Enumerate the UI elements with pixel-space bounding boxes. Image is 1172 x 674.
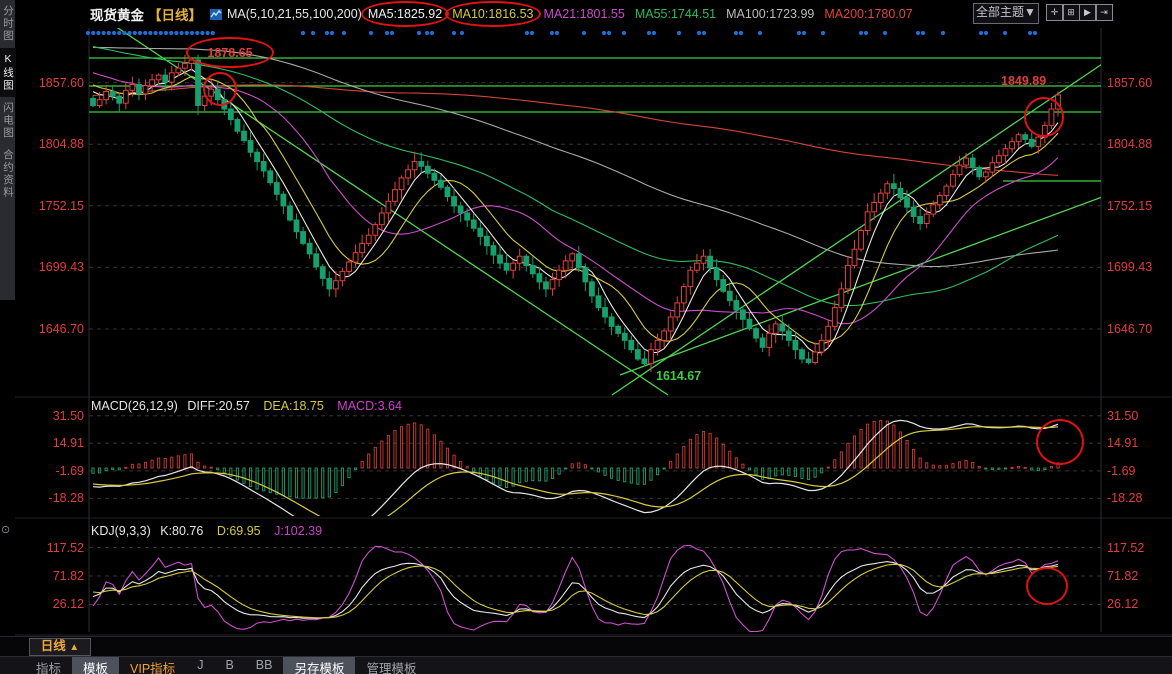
price-tick-label: 1857.60 (1107, 76, 1152, 90)
kdj-tick-label: 71.82 (1107, 569, 1138, 583)
kdj-tick-label: 71.82 (32, 569, 84, 583)
chart-header: 现货黄金 【日线】 MA(5,10,21,55,100,200) MA5:182… (15, 0, 1172, 28)
macd-tick-label: 14.91 (1107, 436, 1138, 450)
annotation-circle (1026, 567, 1068, 605)
kdj-tick-label: 26.12 (1107, 597, 1138, 611)
price-tick-label: 1804.88 (1107, 137, 1152, 151)
crosshair-icon[interactable]: ✛ (1046, 4, 1063, 21)
kdj-tick-label: 26.12 (32, 597, 84, 611)
annotation-circled-price: 1878.65 (186, 37, 274, 68)
grid-zoom-icon[interactable]: ⊞ (1063, 4, 1080, 21)
kdj-tick-label: 117.52 (1107, 541, 1144, 555)
toolbar-tab[interactable]: 管理模板 (355, 657, 427, 674)
macd-tick-label: 14.91 (32, 436, 84, 450)
export-icon[interactable]: ⇥ (1096, 4, 1113, 21)
toolbar-tab[interactable]: J (186, 657, 214, 674)
price-annotation: 1614.67 (656, 369, 701, 383)
period-button-label: 日线 (41, 639, 66, 653)
macd-tick-label: 31.50 (1107, 409, 1138, 423)
candles-layer (91, 55, 1061, 372)
date-axis-row: 日线 ▲ 2022/062022/072022/082022/092022/10… (0, 636, 1172, 656)
macd-dea-value: DEA:18.75 (263, 399, 323, 413)
macd-value: MACD:3.64 (337, 399, 402, 413)
macd-tick-label: 31.50 (32, 409, 84, 423)
ma-indicator-value: MA10:1816.53 (452, 7, 533, 21)
annotation-circle (1036, 419, 1084, 465)
chart-canvas[interactable] (0, 0, 1172, 674)
period-label: 【日线】 (148, 4, 202, 24)
kdj-title[interactable]: KDJ(9,3,3) (91, 524, 151, 538)
toolbar-tab[interactable]: 模板 (72, 657, 119, 674)
sidebar-item-2[interactable]: K线图 (0, 48, 16, 97)
kdj-layer (93, 546, 1058, 632)
trading-app: 分时图K线图闪电图合约资料 现货黄金 【日线】 MA(5,10,21,55,10… (0, 0, 1172, 674)
toolbar-tab[interactable]: 指标 (25, 657, 72, 674)
price-tick-label: 1857.60 (32, 76, 84, 90)
kdj-header: KDJ(9,3,3) K:80.76 D:69.95 J:102.39 (91, 524, 322, 538)
ma-values-group: MA5:1825.92 MA10:1816.53 MA21:1801.55 MA55:… (368, 7, 923, 21)
macd-tick-label: -1.69 (32, 464, 84, 478)
play-forward-icon[interactable]: ▶ (1079, 4, 1096, 21)
triangle-up-icon: ▲ (69, 642, 79, 653)
annotation-circle (203, 72, 237, 106)
price-tick-label: 1646.70 (32, 322, 84, 336)
symbol-title: 现货黄金 (90, 4, 144, 24)
price-annotation: 1849.89 (1001, 74, 1046, 88)
sidebar-item-1[interactable]: 分时图 (0, 0, 16, 48)
macd-tick-label: -18.28 (1107, 491, 1142, 505)
ma-indicator-value: MA55:1744.51 (635, 7, 716, 21)
kdj-k-value: K:80.76 (160, 524, 203, 538)
ma-indicator-value: MA200:1780.07 (824, 7, 912, 21)
macd-title[interactable]: MACD(26,12,9) (91, 399, 178, 413)
period-selector-button[interactable]: 日线 ▲ (29, 638, 91, 656)
ma-indicator-value: MA21:1801.55 (544, 7, 625, 21)
indicator-icon (210, 8, 223, 21)
macd-header: MACD(26,12,9) DIFF:20.57 DEA:18.75 MACD:… (91, 399, 402, 413)
grid-layer (15, 6, 1172, 635)
chart-type-sidebar: 分时图K线图闪电图合约资料 (0, 0, 15, 300)
price-annotation: 1878.65 (207, 46, 252, 60)
sidebar-item-3[interactable]: 闪电图 (0, 97, 16, 145)
toolbar-tab[interactable]: 另存模板 (283, 657, 355, 674)
bottom-toolbar: 指标模板VIP指标JBBB另存模板管理模板 (0, 656, 1172, 674)
kdj-tick-label: 117.52 (32, 541, 84, 555)
ma-indicator-value: MA5:1825.92 (368, 7, 442, 21)
price-tick-label: 1804.88 (32, 137, 84, 151)
macd-layer (92, 420, 1059, 537)
event-dots-layer (86, 31, 1037, 35)
ma-lines-layer (93, 47, 1058, 353)
annotation-circle (1024, 97, 1064, 137)
kdj-d-value: D:69.95 (217, 524, 261, 538)
kdj-settings-icon[interactable]: ⊙ (1, 523, 10, 536)
kdj-j-value: J:102.39 (274, 524, 322, 538)
price-tick-label: 1646.70 (1107, 322, 1152, 336)
price-tick-label: 1699.43 (32, 260, 84, 274)
ma-settings-label[interactable]: MA(5,10,21,55,100,200) (227, 7, 362, 21)
macd-diff-value: DIFF:20.57 (187, 399, 250, 413)
toolbar-tab[interactable]: B (214, 657, 244, 674)
sidebar-item-4[interactable]: 合约资料 (0, 144, 16, 204)
ma-indicator-value: MA100:1723.99 (726, 7, 814, 21)
price-tick-label: 1699.43 (1107, 260, 1152, 274)
toolbar-tab[interactable]: VIP指标 (119, 657, 186, 674)
price-tick-label: 1752.15 (1107, 199, 1152, 213)
macd-tick-label: -18.28 (32, 491, 84, 505)
theme-selector-button[interactable]: 全部主题▼ (973, 3, 1039, 24)
toolbar-tab[interactable]: BB (245, 657, 284, 674)
price-tick-label: 1752.15 (32, 199, 84, 213)
macd-tick-label: -1.69 (1107, 464, 1136, 478)
